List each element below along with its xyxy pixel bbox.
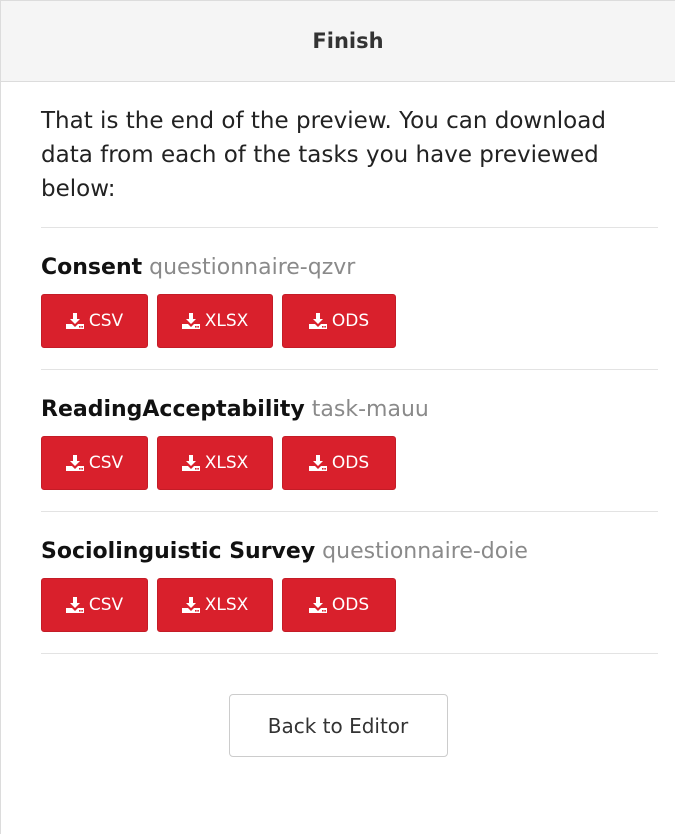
download-ods-button[interactable]: ODS	[282, 436, 396, 490]
panel-header: Finish	[1, 0, 675, 82]
task-title: Consent questionnaire-qzvr	[41, 255, 657, 281]
download-csv-button[interactable]: CSV	[41, 294, 148, 348]
task-id: task-mauu	[311, 397, 429, 422]
download-ods-button[interactable]: ODS	[282, 294, 396, 348]
download-xlsx-button[interactable]: XLSX	[157, 436, 273, 490]
download-ods-button[interactable]: ODS	[282, 578, 396, 632]
button-label: CSV	[88, 595, 124, 615]
download-xlsx-button[interactable]: XLSX	[157, 578, 273, 632]
button-label: ODS	[331, 595, 370, 615]
panel-body: That is the end of the preview. You can …	[1, 82, 675, 757]
button-label: ODS	[331, 453, 370, 473]
button-label: XLSX	[204, 453, 249, 473]
download-icon	[181, 597, 200, 613]
task-name: ReadingAcceptability	[41, 397, 305, 422]
download-icon	[308, 455, 327, 471]
panel-title: Finish	[312, 29, 384, 53]
download-button-row: CSV XLSX ODS	[41, 578, 657, 632]
download-icon	[308, 313, 327, 329]
task-consent: Consent questionnaire-qzvr CSV XLSX ODS	[41, 228, 657, 369]
finish-panel: Finish That is the end of the preview. Y…	[0, 0, 675, 834]
task-name: Consent	[41, 255, 143, 280]
task-title: Sociolinguistic Survey questionnaire-doi…	[41, 539, 657, 565]
task-title: ReadingAcceptability task-mauu	[41, 397, 657, 423]
button-label: XLSX	[204, 311, 249, 331]
button-label: CSV	[88, 453, 124, 473]
intro-text: That is the end of the preview. You can …	[41, 108, 606, 202]
download-button-row: CSV XLSX ODS	[41, 294, 657, 348]
button-label: ODS	[331, 311, 370, 331]
download-xlsx-button[interactable]: XLSX	[157, 294, 273, 348]
back-to-editor-button[interactable]: Back to Editor	[228, 694, 448, 757]
download-button-row: CSV XLSX ODS	[41, 436, 657, 490]
task-reading-acceptability: ReadingAcceptability task-mauu CSV XLSX …	[41, 370, 657, 511]
download-icon	[65, 455, 84, 471]
button-label: CSV	[88, 311, 124, 331]
task-id: questionnaire-qzvr	[149, 255, 356, 280]
download-icon	[308, 597, 327, 613]
download-icon	[181, 313, 200, 329]
download-icon	[65, 597, 84, 613]
task-id: questionnaire-doie	[322, 539, 528, 564]
task-name: Sociolinguistic Survey	[41, 539, 316, 564]
download-icon	[65, 313, 84, 329]
download-csv-button[interactable]: CSV	[41, 578, 148, 632]
download-csv-button[interactable]: CSV	[41, 436, 148, 490]
download-icon	[181, 455, 200, 471]
button-label: XLSX	[204, 595, 249, 615]
task-sociolinguistic-survey: Sociolinguistic Survey questionnaire-doi…	[41, 512, 657, 653]
panel-footer: Back to Editor	[41, 654, 657, 757]
